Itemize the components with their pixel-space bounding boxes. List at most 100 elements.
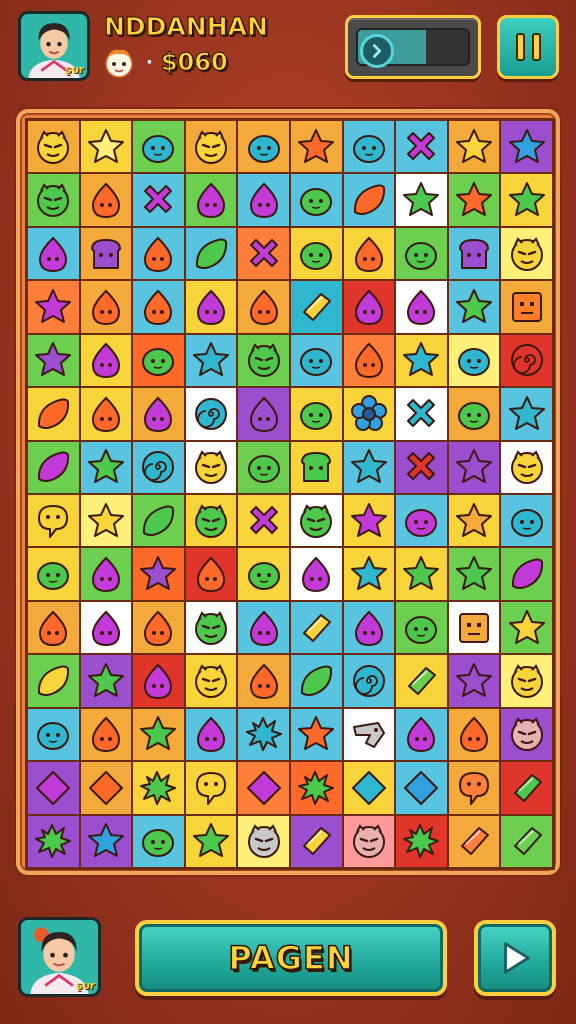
tile-cell[interactable] xyxy=(184,547,238,601)
tile-cell[interactable] xyxy=(184,440,238,494)
tile-cell[interactable] xyxy=(447,440,501,494)
opponent-avatar[interactable]: ʂᴜr xyxy=(18,917,101,997)
tile-cell[interactable] xyxy=(395,280,448,334)
tile-cell[interactable] xyxy=(132,707,185,762)
tile-cell[interactable] xyxy=(447,814,501,868)
tile-cell[interactable] xyxy=(342,387,396,441)
tile-cell[interactable] xyxy=(79,280,133,334)
tile-cell[interactable] xyxy=(79,761,133,815)
tile-cell[interactable] xyxy=(27,547,80,601)
tile-cell[interactable] xyxy=(289,547,343,601)
tile-cell[interactable] xyxy=(500,173,553,227)
tile-cell[interactable] xyxy=(395,654,448,708)
tile-cell[interactable] xyxy=(447,226,501,281)
tile-cell[interactable] xyxy=(447,173,501,227)
tile-cell[interactable] xyxy=(132,120,185,174)
tile-cell[interactable] xyxy=(395,440,448,494)
tile-cell[interactable] xyxy=(27,814,80,868)
tile-cell[interactable] xyxy=(289,333,343,388)
tile-cell[interactable] xyxy=(500,493,553,548)
tile-cell[interactable] xyxy=(342,440,396,494)
tile-cell[interactable] xyxy=(500,761,553,815)
tile-cell[interactable] xyxy=(500,226,553,281)
tile-cell[interactable] xyxy=(79,547,133,601)
tile-cell[interactable] xyxy=(395,226,448,281)
tile-cell[interactable] xyxy=(184,814,238,868)
tile-cell[interactable] xyxy=(342,280,396,334)
tile-cell[interactable] xyxy=(79,440,133,494)
tile-cell[interactable] xyxy=(27,226,80,281)
tile-cell[interactable] xyxy=(342,814,396,868)
tile-cell[interactable] xyxy=(289,173,343,227)
tile-cell[interactable] xyxy=(27,440,80,494)
tile-cell[interactable] xyxy=(447,493,501,548)
tile-cell[interactable] xyxy=(132,387,185,441)
tile-cell[interactable] xyxy=(289,120,343,174)
tile-cell[interactable] xyxy=(237,547,290,601)
tile-cell[interactable] xyxy=(237,654,290,708)
tile-cell[interactable] xyxy=(289,600,343,655)
tile-cell[interactable] xyxy=(79,120,133,174)
tile-cell[interactable] xyxy=(27,173,80,227)
tile-cell[interactable] xyxy=(237,707,290,762)
tile-cell[interactable] xyxy=(395,707,448,762)
tile-cell[interactable] xyxy=(500,333,553,388)
tile-cell[interactable] xyxy=(79,654,133,708)
tile-cell[interactable] xyxy=(500,707,553,762)
tile-cell[interactable] xyxy=(395,333,448,388)
tile-cell[interactable] xyxy=(447,280,501,334)
tile-cell[interactable] xyxy=(342,707,396,762)
tile-cell[interactable] xyxy=(237,226,290,281)
pause-button[interactable] xyxy=(497,15,559,79)
tile-cell[interactable] xyxy=(342,761,396,815)
tile-cell[interactable] xyxy=(79,226,133,281)
tile-cell[interactable] xyxy=(27,761,80,815)
tile-cell[interactable] xyxy=(79,493,133,548)
tile-cell[interactable] xyxy=(184,761,238,815)
tile-cell[interactable] xyxy=(27,707,80,762)
tile-cell[interactable] xyxy=(184,707,238,762)
tile-cell[interactable] xyxy=(237,761,290,815)
tile-cell[interactable] xyxy=(342,600,396,655)
tile-cell[interactable] xyxy=(500,280,553,334)
tile-cell[interactable] xyxy=(79,814,133,868)
tile-cell[interactable] xyxy=(289,761,343,815)
pagen-button[interactable]: PAGEN xyxy=(135,920,447,996)
tile-cell[interactable] xyxy=(500,387,553,441)
tile-cell[interactable] xyxy=(184,120,238,174)
tile-cell[interactable] xyxy=(395,547,448,601)
tile-cell[interactable] xyxy=(289,440,343,494)
tile-cell[interactable] xyxy=(289,387,343,441)
tile-cell[interactable] xyxy=(342,173,396,227)
tile-cell[interactable] xyxy=(184,173,238,227)
progress-chevron-button[interactable] xyxy=(360,34,394,68)
tile-cell[interactable] xyxy=(184,333,238,388)
tile-cell[interactable] xyxy=(447,387,501,441)
tile-cell[interactable] xyxy=(132,547,185,601)
tile-cell[interactable] xyxy=(79,333,133,388)
tile-cell[interactable] xyxy=(184,493,238,548)
tile-cell[interactable] xyxy=(27,333,80,388)
tile-cell[interactable] xyxy=(237,280,290,334)
tile-cell[interactable] xyxy=(79,387,133,441)
tile-cell[interactable] xyxy=(395,120,448,174)
tile-cell[interactable] xyxy=(500,654,553,708)
tile-cell[interactable] xyxy=(237,814,290,868)
tile-cell[interactable] xyxy=(342,120,396,174)
tile-cell[interactable] xyxy=(342,333,396,388)
player-avatar[interactable]: ʂᴜr xyxy=(18,11,90,81)
tile-cell[interactable] xyxy=(289,654,343,708)
level-progress-panel[interactable] xyxy=(345,15,481,79)
tile-cell[interactable] xyxy=(500,120,553,174)
tile-cell[interactable] xyxy=(184,226,238,281)
tile-cell[interactable] xyxy=(500,440,553,494)
tile-cell[interactable] xyxy=(395,600,448,655)
tile-cell[interactable] xyxy=(447,600,501,655)
tile-cell[interactable] xyxy=(500,814,553,868)
tile-cell[interactable] xyxy=(237,600,290,655)
tile-cell[interactable] xyxy=(132,440,185,494)
tile-cell[interactable] xyxy=(447,761,501,815)
tile-cell[interactable] xyxy=(447,547,501,601)
tile-cell[interactable] xyxy=(395,761,448,815)
tile-cell[interactable] xyxy=(132,761,185,815)
